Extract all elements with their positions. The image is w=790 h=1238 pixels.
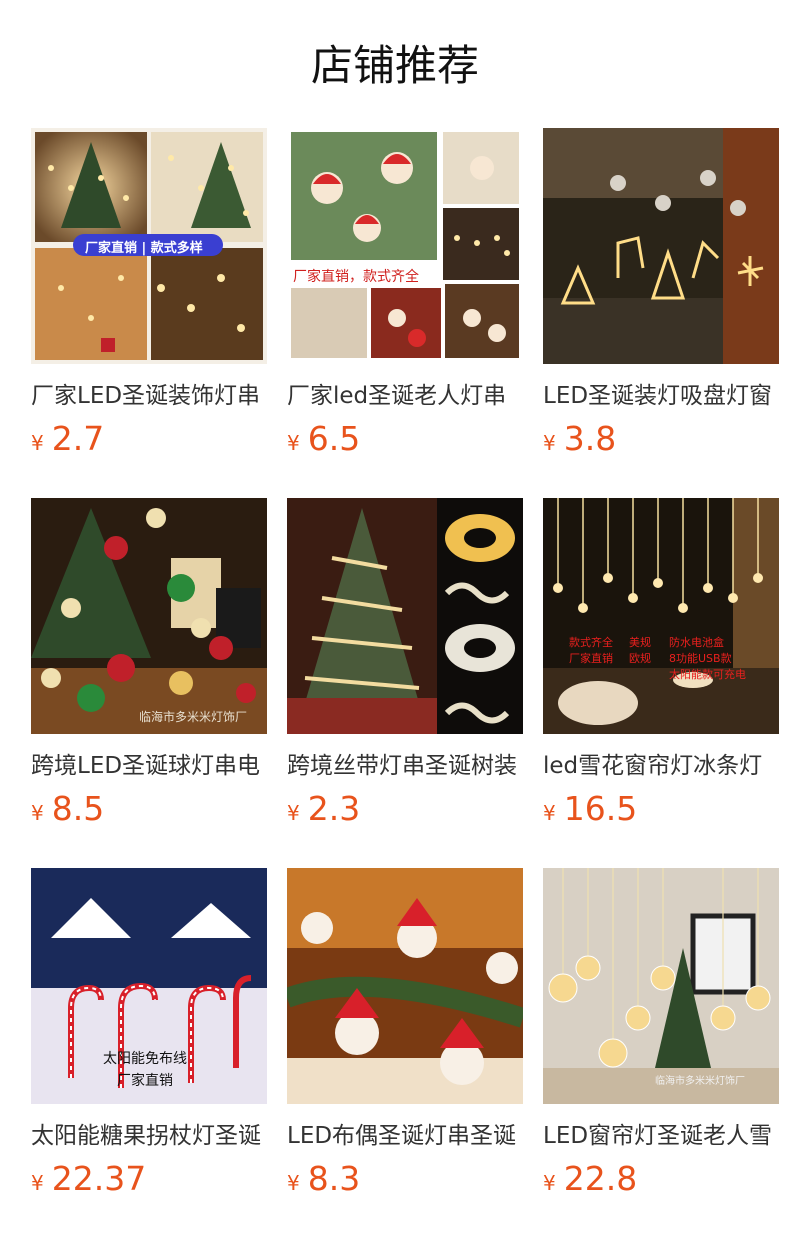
currency-symbol: ¥: [543, 431, 556, 455]
product-name[interactable]: 厂家led圣诞老人灯串: [287, 380, 523, 412]
image-tag-line: 款式齐全: [569, 636, 613, 649]
product-name[interactable]: 跨境丝带灯串圣诞树装: [287, 750, 523, 782]
product-image[interactable]: 太阳能免布线 厂家直销: [31, 868, 267, 1104]
product-image[interactable]: 临海市多米米灯饰厂: [543, 868, 779, 1104]
product-card[interactable]: 款式齐全 美规 防水电池盒 厂家直销 欧规 8功能USB款 太阳能款可充电 le…: [543, 498, 779, 868]
image-tag-line: 太阳能款可充电: [669, 668, 746, 681]
product-card[interactable]: 太阳能免布线 厂家直销 太阳能糖果拐杖灯圣诞 ¥22.37: [31, 868, 267, 1238]
product-name[interactable]: LED圣诞装灯吸盘灯窗: [543, 380, 779, 412]
product-price: ¥6.5: [287, 418, 523, 460]
product-price: ¥22.37: [31, 1158, 267, 1200]
price-value: 6.5: [307, 419, 361, 458]
price-value: 8.5: [51, 789, 105, 828]
image-tag-text: 临海市多米米灯饰厂: [139, 710, 248, 724]
product-card[interactable]: 临海市多米米灯饰厂 跨境LED圣诞球灯串电 ¥8.5: [31, 498, 267, 868]
product-price: ¥8.3: [287, 1158, 523, 1200]
product-price: ¥2.7: [31, 418, 267, 460]
currency-symbol: ¥: [287, 431, 300, 455]
product-image[interactable]: 款式齐全 美规 防水电池盒 厂家直销 欧规 8功能USB款 太阳能款可充电: [543, 498, 779, 734]
currency-symbol: ¥: [287, 1171, 300, 1195]
price-value: 3.8: [563, 419, 617, 458]
image-tag-text: 厂家直销 | 款式多样: [85, 241, 203, 256]
product-name[interactable]: 跨境LED圣诞球灯串电: [31, 750, 267, 782]
product-image[interactable]: [287, 868, 523, 1104]
image-tag-text: 厂家直销，款式齐全: [293, 269, 419, 285]
product-image[interactable]: 厂家直销 | 款式多样: [31, 128, 267, 364]
product-image[interactable]: 厂家直销，款式齐全: [287, 128, 523, 364]
image-tag-line: 8功能USB款: [669, 652, 732, 665]
currency-symbol: ¥: [543, 1171, 556, 1195]
price-value: 22.8: [563, 1159, 638, 1198]
product-price: ¥3.8: [543, 418, 779, 460]
product-card[interactable]: 厂家直销，款式齐全 厂家led圣诞老人灯串 ¥6.5: [287, 128, 523, 498]
image-tag-line: 防水电池盒: [669, 636, 724, 649]
product-name[interactable]: 厂家LED圣诞装饰灯串: [31, 380, 267, 412]
product-card[interactable]: LED圣诞装灯吸盘灯窗 ¥3.8: [543, 128, 779, 498]
image-tag-line: 太阳能免布线: [103, 1051, 187, 1067]
price-value: 8.3: [307, 1159, 361, 1198]
image-tag-line: 厂家直销: [569, 652, 613, 665]
product-price: ¥2.3: [287, 788, 523, 830]
currency-symbol: ¥: [543, 801, 556, 825]
currency-symbol: ¥: [31, 801, 44, 825]
currency-symbol: ¥: [31, 431, 44, 455]
currency-symbol: ¥: [287, 801, 300, 825]
product-name[interactable]: LED布偶圣诞灯串圣诞: [287, 1120, 523, 1152]
product-image[interactable]: 临海市多米米灯饰厂: [31, 498, 267, 734]
price-value: 16.5: [563, 789, 638, 828]
currency-symbol: ¥: [31, 1171, 44, 1195]
product-card[interactable]: 跨境丝带灯串圣诞树装 ¥2.3: [287, 498, 523, 868]
image-tag-line: 美规: [629, 636, 651, 649]
price-value: 2.7: [51, 419, 105, 458]
product-price: ¥8.5: [31, 788, 267, 830]
product-card[interactable]: 厂家直销 | 款式多样 厂家LED圣诞装饰灯串 ¥2.7: [31, 128, 267, 498]
product-name[interactable]: led雪花窗帘灯冰条灯: [543, 750, 779, 782]
product-image[interactable]: [287, 498, 523, 734]
price-value: 22.37: [51, 1159, 147, 1198]
product-card[interactable]: LED布偶圣诞灯串圣诞 ¥8.3: [287, 868, 523, 1238]
image-tag-line: 厂家直销: [117, 1073, 173, 1089]
product-card[interactable]: 临海市多米米灯饰厂 LED窗帘灯圣诞老人雪 ¥22.8: [543, 868, 779, 1238]
section-title: 店铺推荐: [310, 41, 479, 90]
product-name[interactable]: LED窗帘灯圣诞老人雪: [543, 1120, 779, 1152]
product-price: ¥16.5: [543, 788, 779, 830]
product-image[interactable]: [543, 128, 779, 364]
image-tag-text: 临海市多米米灯饰厂: [655, 1076, 745, 1087]
image-tag-line: 欧规: [629, 652, 651, 665]
product-grid: 厂家直销 | 款式多样 厂家LED圣诞装饰灯串 ¥2.7 厂家直销，款式齐全 厂…: [31, 128, 781, 1238]
product-price: ¥22.8: [543, 1158, 779, 1200]
price-value: 2.3: [307, 789, 361, 828]
product-name[interactable]: 太阳能糖果拐杖灯圣诞: [31, 1120, 267, 1152]
